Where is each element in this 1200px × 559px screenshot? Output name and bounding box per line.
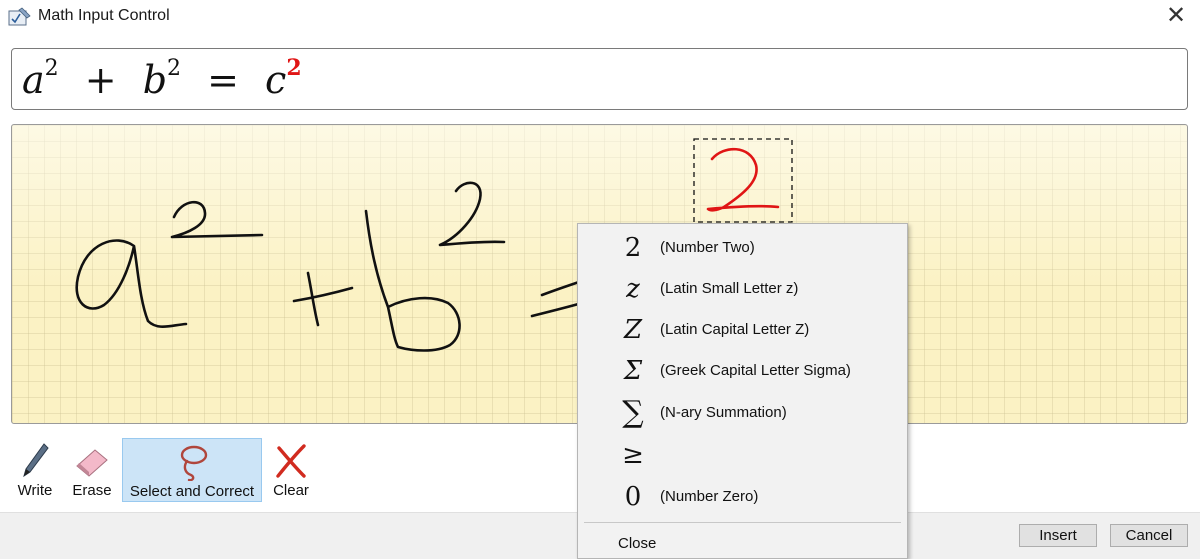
menu-item-description: (Number Two) [660,239,755,256]
menu-item-latin-small-z[interactable]: z (Latin Small Letter z) [578,270,907,308]
cancel-button[interactable]: Cancel [1110,524,1188,547]
menu-item-description: (Latin Capital Letter Z) [660,321,810,338]
lasso-icon [180,445,208,481]
ink-stroke-a [75,239,188,328]
menu-item-latin-capital-z[interactable]: Z (Latin Capital Letter Z) [578,311,907,349]
select-and-correct-label: Select and Correct [129,483,255,500]
write-label: Write [17,482,53,499]
eq-term-c: c [265,58,287,102]
ink-stroke-selected [706,147,780,212]
correction-menu: 2 (Number Two) z (Latin Small Letter z) … [577,223,908,559]
clear-label: Clear [273,482,309,499]
eq-plus: + [84,58,117,102]
math-preview-box: a2 + b2 = c2 [11,48,1188,110]
eq-term-b: b [142,58,168,102]
ink-stroke-a-exp [170,200,264,239]
menu-separator [584,522,901,523]
erase-label: Erase [72,482,112,499]
menu-item-symbol: ≥ [622,440,644,470]
pen-icon [23,443,49,478]
clear-tool[interactable]: Clear [270,438,312,502]
window-title: Math Input Control [38,7,170,24]
write-tool[interactable]: Write [12,438,58,502]
title-bar: Math Input Control ✕ [0,0,1200,36]
ink-stroke-b [364,209,461,352]
menu-item-symbol: ∑ [622,395,644,430]
ink-stroke-plus [292,286,354,303]
menu-item-description: (N-ary Summation) [660,404,787,421]
menu-item-greek-sigma[interactable]: Σ (Greek Capital Letter Sigma) [578,352,907,390]
erase-tool[interactable]: Erase [66,438,118,502]
menu-item-description: (Number Zero) [660,488,759,505]
menu-item-symbol: z [626,274,640,304]
eq-exponent-a: 2 [44,56,59,81]
menu-item-description: (Latin Small Letter z) [660,280,799,297]
menu-item-number-two[interactable]: 2 (Number Two) [578,229,907,267]
ink-stroke-equals [530,301,584,318]
select-and-correct-tool[interactable]: Select and Correct [122,438,262,502]
menu-item-description: (Greek Capital Letter Sigma) [660,362,851,379]
eq-exponent-c: 2 [286,55,302,81]
math-input-app-icon [8,7,31,26]
eraser-icon [76,449,108,477]
eq-equals: = [207,58,239,102]
ink-stroke-b-exp [438,181,506,247]
menu-item-symbol: Σ [623,356,643,386]
ink-stroke-equals-2 [540,279,584,297]
eq-exponent-b: 2 [167,56,182,81]
red-x-icon [276,444,306,478]
menu-item-n-ary-summation[interactable]: ∑ (N-ary Summation) [578,394,907,432]
eq-term-a: a [22,58,45,102]
menu-item-symbol: 0 [624,482,642,512]
menu-item-greater-equal[interactable]: ≥ [578,436,907,474]
insert-button[interactable]: Insert [1019,524,1097,547]
math-preview-equation: a2 + b2 = c2 [22,55,302,102]
menu-close-item[interactable]: Close [618,535,656,552]
menu-item-number-zero[interactable]: 0 (Number Zero) [578,478,907,516]
menu-item-symbol: Z [623,315,643,345]
close-icon[interactable]: ✕ [1164,4,1188,28]
menu-item-symbol: 2 [624,233,642,263]
